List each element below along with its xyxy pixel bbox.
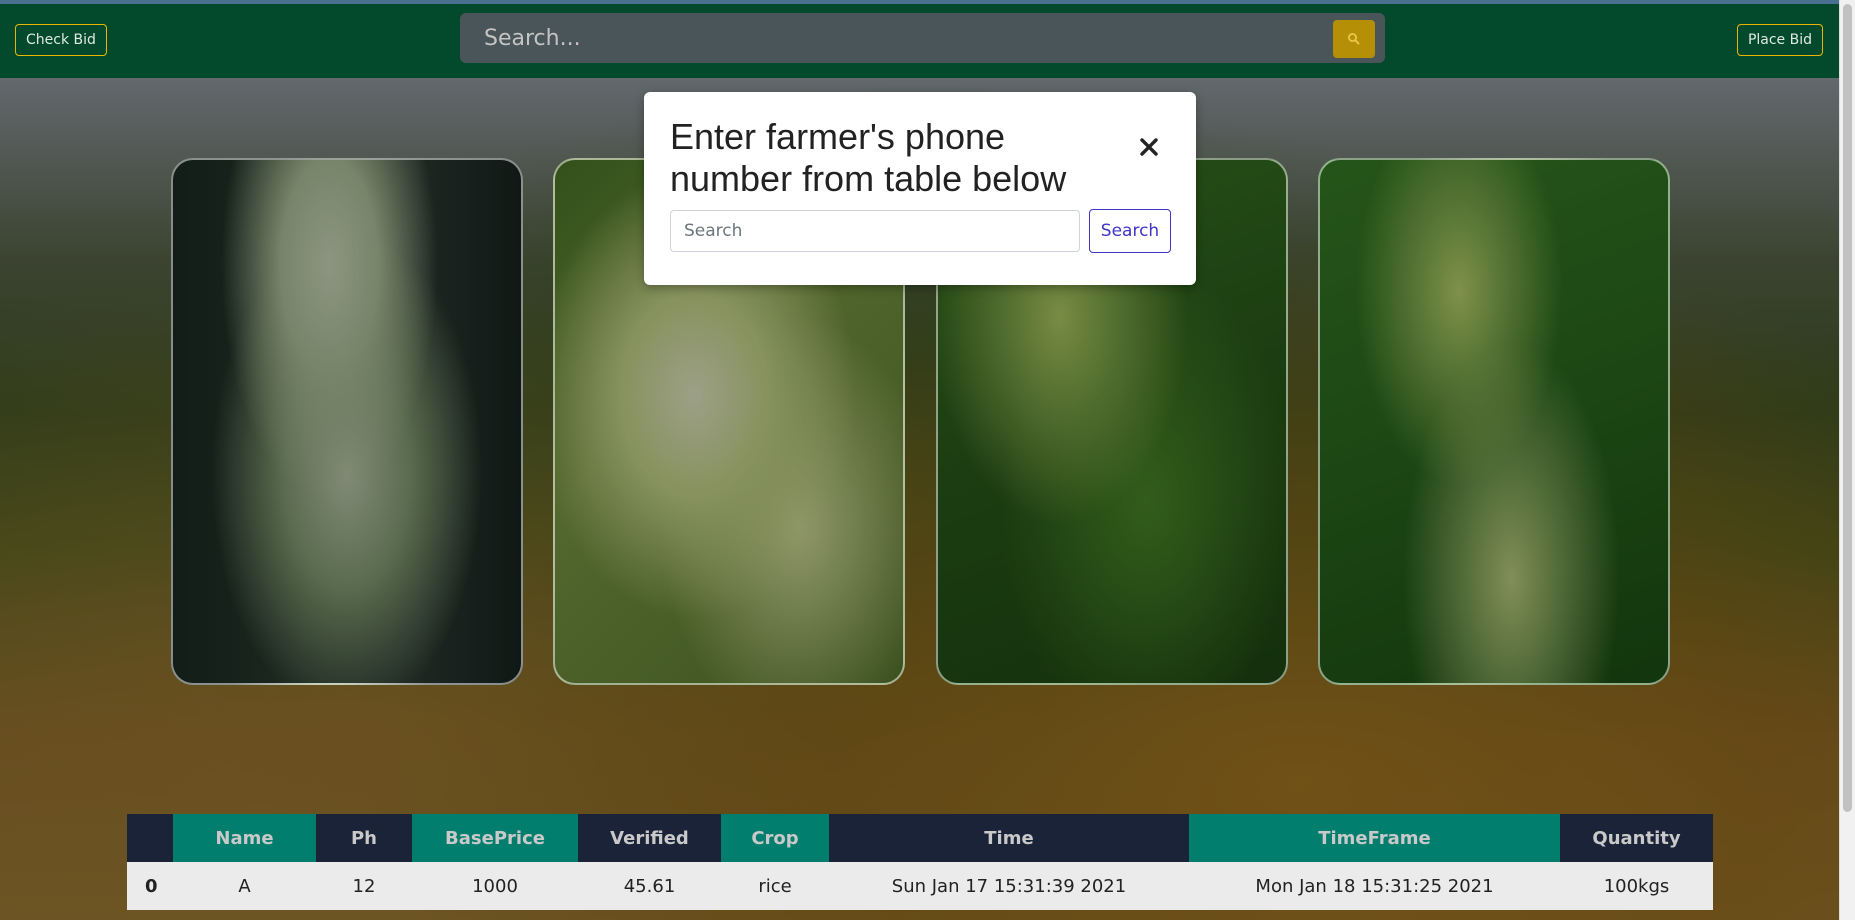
table-cell-time: Sun Jan 17 15:31:39 2021 [829, 862, 1189, 910]
table-header-quantity: Quantity [1560, 814, 1713, 862]
table-header-name: Name [173, 814, 316, 862]
modal-title: Enter farmer's phone number from table b… [670, 116, 1067, 199]
table-cell-verified: 45.61 [578, 862, 721, 910]
place-bid-button[interactable]: Place Bid [1736, 24, 1823, 56]
scrollbar-thumb[interactable] [1843, 4, 1852, 812]
table-cell-timeframe: Mon Jan 18 15:31:25 2021 [1189, 862, 1560, 910]
navbar: Check Bid Place Bid [0, 0, 1839, 78]
search-icon [1348, 33, 1360, 45]
table-header-verified: Verified [578, 814, 721, 862]
modal-search-button[interactable]: Search [1089, 209, 1171, 253]
table-cell-ph: 12 [316, 862, 412, 910]
table-header-ph: Ph [316, 814, 412, 862]
table-cell-crop: rice [721, 862, 829, 910]
table-header-time: Time [829, 814, 1189, 862]
table-header-index [127, 814, 173, 862]
close-icon [1140, 138, 1158, 156]
table-cell-index: 0 [127, 862, 173, 910]
table-cell-baseprice: 1000 [412, 862, 578, 910]
phone-search-input[interactable] [670, 210, 1080, 252]
navbar-search-button[interactable] [1333, 20, 1375, 58]
navbar-search [460, 13, 1385, 63]
bids-table: Name Ph BasePrice Verified Crop Time Tim… [127, 814, 1713, 910]
rice-field-image [1318, 158, 1670, 685]
check-bid-button[interactable]: Check Bid [15, 24, 107, 56]
table-cell-name: A [173, 862, 316, 910]
vertical-scrollbar[interactable] [1839, 0, 1855, 920]
table-header-timeframe: TimeFrame [1189, 814, 1560, 862]
phone-search-modal: Enter farmer's phone number from table b… [644, 92, 1196, 285]
table-row: 0 A 12 1000 45.61 rice Sun Jan 17 15:31:… [127, 862, 1713, 910]
table-header-baseprice: BasePrice [412, 814, 578, 862]
modal-close-button[interactable] [1134, 132, 1164, 162]
table-header-row: Name Ph BasePrice Verified Crop Time Tim… [127, 814, 1713, 862]
navbar-search-input[interactable] [460, 13, 1330, 63]
table-cell-quantity: 100kgs [1560, 862, 1713, 910]
rice-flower-image [171, 158, 523, 685]
table-header-crop: Crop [721, 814, 829, 862]
